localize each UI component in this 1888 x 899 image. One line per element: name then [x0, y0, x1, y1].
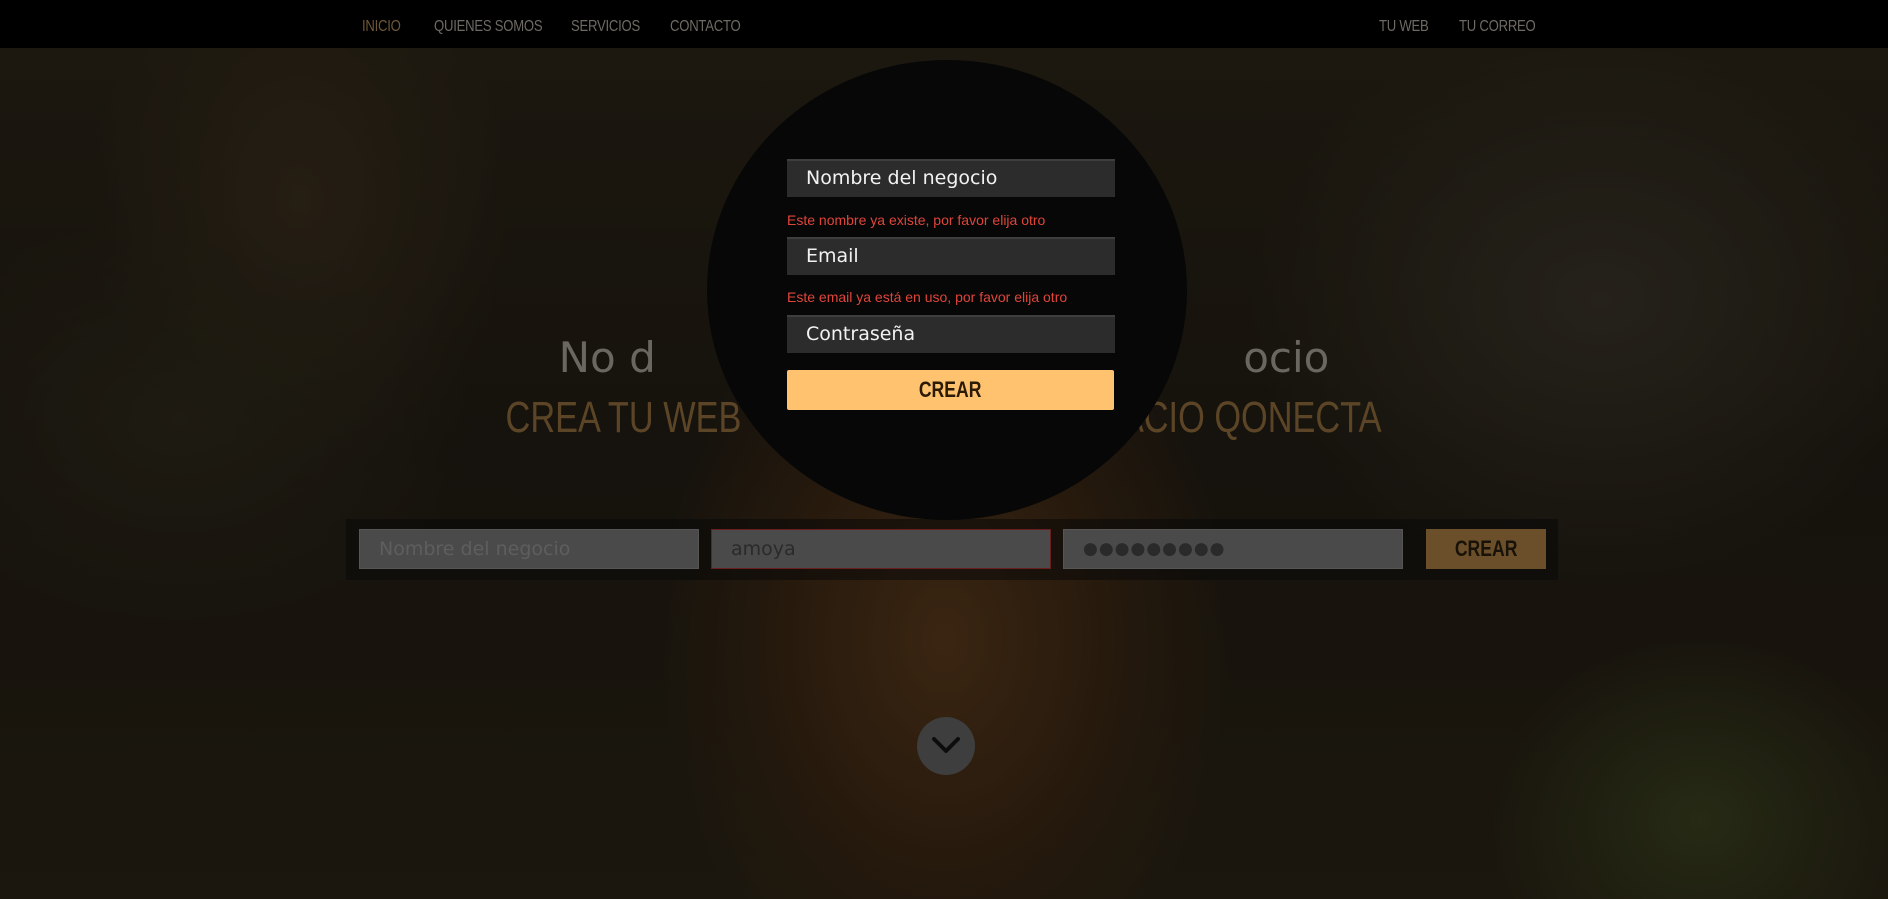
top-navigation: INICIO QUIENES SOMOS SERVICIOS CONTACTO … [0, 0, 1888, 48]
name-error-message: Este nombre ya existe, por favor elija o… [787, 212, 1046, 228]
page: INICIO QUIENES SOMOS SERVICIOS CONTACTO … [0, 0, 1888, 899]
bar-crear-label: CREAR [1454, 536, 1518, 561]
nav-tu-correo[interactable]: TU CORREO [1459, 18, 1536, 36]
nav-servicios[interactable]: SERVICIOS [571, 18, 640, 36]
nav-contacto[interactable]: CONTACTO [670, 18, 741, 36]
modal-crear-label: CREAR [919, 377, 982, 402]
bar-business-name-input[interactable]: Nombre del negocio [359, 529, 699, 569]
bar-password-input[interactable]: ●●●●●●●●● [1063, 529, 1403, 569]
modal-business-name-input[interactable]: Nombre del negocio [787, 159, 1115, 197]
bar-crear-button[interactable]: CREAR [1426, 529, 1546, 569]
modal-crear-button[interactable]: CREAR [787, 370, 1114, 410]
scroll-down-button[interactable] [917, 717, 975, 775]
signup-bar: Nombre del negocio amoya ●●●●●●●●● CREAR [346, 519, 1558, 580]
chevron-down-icon [932, 737, 960, 753]
nav-tu-web[interactable]: TU WEB [1379, 18, 1429, 36]
modal-email-input[interactable]: Email [787, 237, 1115, 275]
nav-inicio[interactable]: INICIO [362, 18, 401, 36]
nav-quienes-somos[interactable]: QUIENES SOMOS [434, 18, 543, 36]
modal-password-input[interactable]: Contraseña [787, 315, 1115, 353]
email-error-message: Este email ya está en uso, por favor eli… [787, 289, 1068, 305]
bar-email-input[interactable]: amoya [711, 529, 1051, 569]
